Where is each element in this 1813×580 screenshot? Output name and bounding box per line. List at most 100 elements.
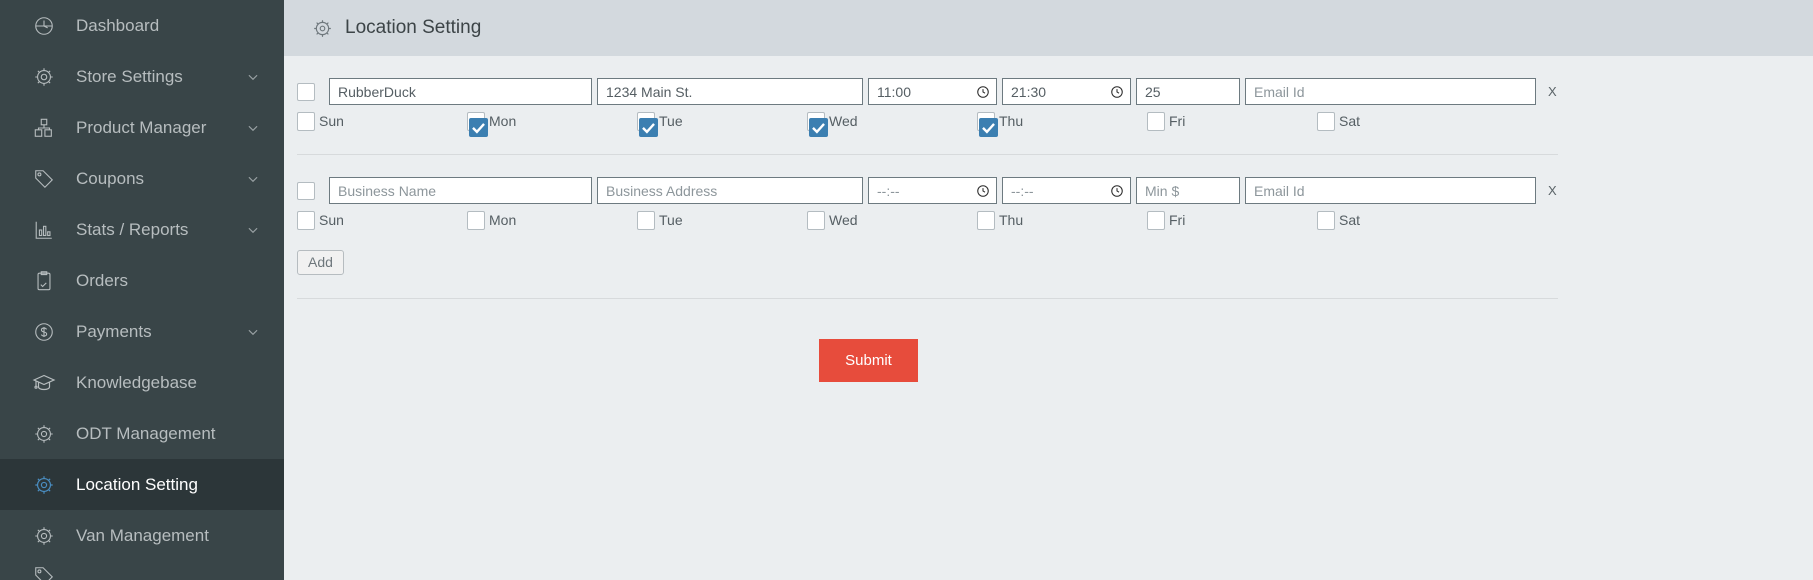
- add-button[interactable]: Add: [297, 250, 344, 275]
- location-row-fields: X: [284, 78, 1813, 105]
- blocks-icon: [31, 115, 57, 141]
- remove-row-button[interactable]: X: [1548, 183, 1557, 198]
- day-label: Sat: [1339, 212, 1361, 228]
- sidebar-item-location-setting[interactable]: Location Setting: [0, 459, 284, 510]
- chevron-down-icon: [244, 70, 262, 84]
- minimum-amount-input[interactable]: [1136, 177, 1240, 204]
- business-name-input[interactable]: [329, 78, 592, 105]
- day-checkbox-sat[interactable]: Sat: [1317, 211, 1487, 230]
- day-checkbox-mon[interactable]: Mon: [467, 211, 637, 230]
- checkbox-box[interactable]: [1317, 211, 1335, 230]
- close-time-input[interactable]: [1002, 78, 1131, 105]
- sidebar-item-dashboard[interactable]: Dashboard: [0, 0, 284, 51]
- day-checkbox-thu[interactable]: Thu: [977, 211, 1147, 230]
- day-label: Wed: [829, 212, 858, 228]
- sidebar-item-label: Knowledgebase: [76, 372, 197, 392]
- days-row: Sun Mon Tue Wed Thu Fri Sat: [284, 112, 1813, 137]
- checkbox-box[interactable]: [637, 211, 655, 230]
- sidebar-item-label: Orders: [76, 270, 128, 290]
- content-area: Location Setting RubberDuck 1234 Main St…: [284, 0, 1813, 580]
- sidebar-item-label: Coupons: [76, 168, 145, 188]
- dashboard-icon: [31, 13, 57, 39]
- checkbox-box[interactable]: [637, 112, 658, 137]
- day-label: Fri: [1169, 113, 1186, 129]
- sidebar-item-partial[interactable]: [0, 561, 284, 580]
- close-time-wrapper: [1002, 177, 1131, 204]
- gear-icon: [31, 64, 57, 90]
- checkbox-box[interactable]: [1147, 112, 1165, 131]
- sidebar-item-orders[interactable]: Orders: [0, 255, 284, 306]
- submit-button[interactable]: Submit: [819, 339, 918, 382]
- sidebar-item-label: Stats / Reports: [76, 219, 189, 239]
- email-id-input[interactable]: [1245, 78, 1536, 105]
- row-divider: [297, 154, 1558, 155]
- day-checkbox-fri[interactable]: Fri: [1147, 211, 1317, 230]
- section-divider: [297, 298, 1558, 299]
- sidebar-item-store-settings[interactable]: Store Settings: [0, 51, 284, 102]
- close-time-input[interactable]: [1002, 177, 1131, 204]
- checkbox-box[interactable]: [467, 211, 485, 230]
- email-id-input[interactable]: [1245, 177, 1536, 204]
- checkbox-box[interactable]: [467, 112, 488, 137]
- day-label: Sun: [319, 212, 344, 228]
- sidebar-item-odt-management[interactable]: ODT Management: [0, 408, 284, 459]
- submit-container: Submit: [284, 339, 1813, 382]
- gear-icon: [312, 18, 333, 39]
- day-label: Mon: [489, 113, 517, 129]
- business-name-input[interactable]: [329, 177, 592, 204]
- sidebar-item-label: Product Manager: [76, 117, 207, 137]
- location-row-fields: X: [284, 177, 1813, 204]
- day-label: Tue: [659, 113, 683, 129]
- sidebar-item-coupons[interactable]: Coupons: [0, 153, 284, 204]
- day-checkbox-mon[interactable]: Mon: [467, 112, 637, 137]
- day-label: Sat: [1339, 113, 1361, 129]
- day-checkbox-tue[interactable]: Tue: [637, 112, 807, 137]
- add-row-container: Add: [284, 250, 1813, 275]
- row-select-checkbox[interactable]: [297, 181, 315, 200]
- days-row: Sun Mon Tue Wed Thu Fri Sat: [284, 211, 1813, 230]
- gear-icon: [31, 421, 57, 447]
- app-root: Dashboard Store Settings Product Manager…: [0, 0, 1813, 580]
- chevron-down-icon: [244, 172, 262, 186]
- day-checkbox-thu[interactable]: Thu: [977, 112, 1147, 137]
- close-time-wrapper: [1002, 78, 1131, 105]
- checkbox-box[interactable]: [977, 112, 998, 137]
- checkbox-box[interactable]: [297, 211, 315, 230]
- checkbox-box[interactable]: [977, 211, 995, 230]
- row-select-checkbox[interactable]: [297, 82, 315, 101]
- location-row: X Sun Mon: [284, 78, 1813, 155]
- sidebar-item-stats-reports[interactable]: Stats / Reports: [0, 204, 284, 255]
- day-checkbox-wed[interactable]: Wed: [807, 112, 977, 137]
- sidebar-item-product-manager[interactable]: Product Manager: [0, 102, 284, 153]
- sidebar-item-label: Location Setting: [76, 474, 198, 494]
- sidebar-item-label: Van Management: [76, 525, 209, 545]
- sidebar-item-knowledgebase[interactable]: Knowledgebase: [0, 357, 284, 408]
- business-address-input[interactable]: [597, 177, 863, 204]
- sidebar-item-van-management[interactable]: Van Management: [0, 510, 284, 561]
- checkbox-box[interactable]: [1147, 211, 1165, 230]
- checkbox-box[interactable]: [297, 112, 315, 131]
- chevron-down-icon: [244, 325, 262, 339]
- day-label: Tue: [659, 212, 683, 228]
- check-icon: [472, 123, 485, 134]
- day-checkbox-sun[interactable]: Sun: [297, 112, 467, 131]
- day-checkbox-sat[interactable]: Sat: [1317, 112, 1487, 131]
- checkbox-box[interactable]: [807, 112, 828, 137]
- open-time-wrapper: [868, 177, 997, 204]
- open-time-input[interactable]: [868, 78, 997, 105]
- day-checkbox-wed[interactable]: Wed: [807, 211, 977, 230]
- checkbox-box[interactable]: [1317, 112, 1335, 131]
- day-checkbox-fri[interactable]: Fri: [1147, 112, 1317, 131]
- checkbox-box[interactable]: [807, 211, 825, 230]
- minimum-amount-input[interactable]: [1136, 78, 1240, 105]
- day-checkbox-sun[interactable]: Sun: [297, 211, 467, 230]
- business-address-input[interactable]: [597, 78, 863, 105]
- day-label: Mon: [489, 212, 517, 228]
- open-time-input[interactable]: [868, 177, 997, 204]
- remove-row-button[interactable]: X: [1548, 84, 1557, 99]
- day-label: Thu: [999, 113, 1024, 129]
- sidebar-item-label: Store Settings: [76, 66, 183, 86]
- sidebar-item-payments[interactable]: Payments: [0, 306, 284, 357]
- day-checkbox-tue[interactable]: Tue: [637, 211, 807, 230]
- sidebar-item-label: Payments: [76, 321, 152, 341]
